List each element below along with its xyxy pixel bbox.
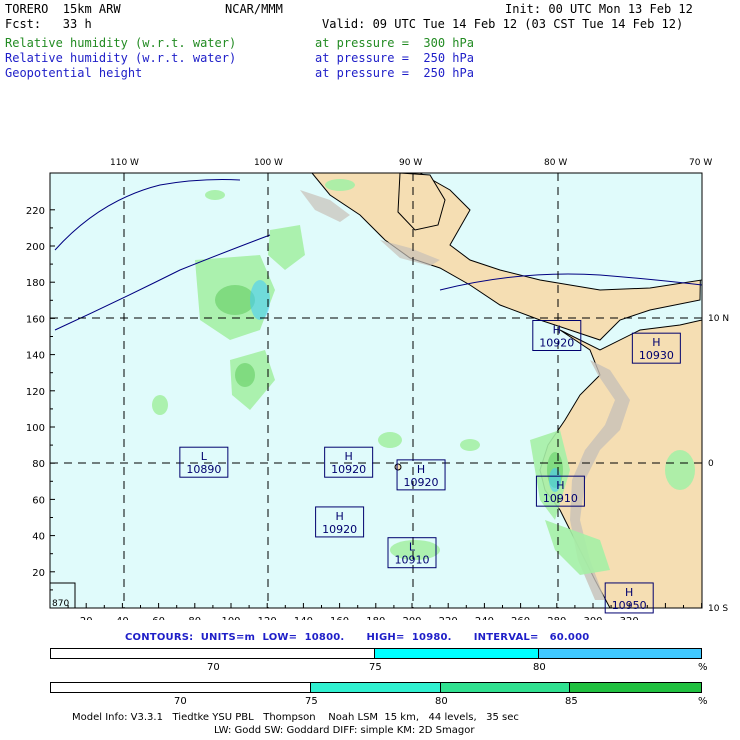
field-3-level: at pressure = 250 hPa: [315, 66, 474, 80]
y-grid-label: 80: [32, 459, 45, 470]
lon-label-70w: 70 W: [689, 158, 712, 168]
y-grid-label: 220: [26, 206, 45, 217]
x-grid-label: 300: [583, 616, 602, 620]
model-info-line-1: Model Info: V3.3.1 Tiedtke YSU PBL Thomp…: [72, 712, 519, 723]
x-grid-label: 140: [294, 616, 313, 620]
legend-green-seg-3: [440, 683, 571, 692]
x-grid-label: 180: [366, 616, 385, 620]
legend-green-tick-pct: %: [698, 696, 708, 707]
legend-blue-tick-pct: %: [698, 662, 708, 673]
lon-label-110w: 110 W: [110, 158, 139, 168]
contour-info: CONTOURS: UNITS=m LOW= 10800. HIGH= 1098…: [125, 632, 590, 643]
lat-label-0: 0: [708, 459, 714, 469]
legend-green-seg-2: [311, 683, 441, 692]
legend-green-tick-70: 70: [174, 696, 187, 707]
pressure-center-value: 10920: [331, 463, 366, 476]
y-grid-label: 200: [26, 242, 45, 253]
pressure-center-type: H: [652, 336, 660, 349]
valid-time: Valid: 09 UTC Tue 14 Feb 12 (03 CST Tue …: [322, 17, 684, 31]
y-grid-label: 120: [26, 387, 45, 398]
legend-green-tick-85: 85: [565, 696, 578, 707]
legend-blue-seg-1: [51, 649, 375, 658]
legend-blue-tick-80: 80: [533, 662, 546, 673]
pressure-center-value: 10950: [612, 599, 647, 612]
init-time: Init: 00 UTC Mon 13 Feb 12: [505, 2, 693, 16]
x-grid-label: 280: [547, 616, 566, 620]
forecast-hour: Fcst: 33 h: [5, 17, 92, 31]
pressure-center-value: 10920: [539, 337, 574, 350]
pressure-center-value: 10920: [404, 476, 439, 489]
x-grid-label: 220: [439, 616, 458, 620]
x-grid-label: 40: [116, 616, 129, 620]
x-grid-label: 240: [475, 616, 494, 620]
lon-label-90w: 90 W: [399, 158, 422, 168]
model-info-line-2: LW: Godd SW: Goddard DIFF: simple KM: 2D…: [214, 725, 475, 736]
legend-green-tick-75: 75: [305, 696, 318, 707]
lat-label-10s: 10 S: [708, 604, 728, 614]
pressure-center-type: H: [625, 586, 633, 599]
field-1-name: Relative humidity (w.r.t. water): [5, 36, 237, 50]
y-grid-label: 140: [26, 351, 45, 362]
legend-blue-seg-2: [375, 649, 539, 658]
field-2-name: Relative humidity (w.r.t. water): [5, 51, 237, 65]
pressure-center-type: H: [553, 324, 561, 337]
x-grid-label: 260: [511, 616, 530, 620]
x-grid-label: 80: [188, 616, 201, 620]
weather-map: 870 110 W 100 W 90 W 80 W 70 W 10 N 0 10…: [26, 158, 729, 620]
y-grid-label: 160: [26, 314, 45, 325]
field-2-level: at pressure = 250 hPa: [315, 51, 474, 65]
legend-blue-tick-70: 70: [207, 662, 220, 673]
x-grid-label: 120: [258, 616, 277, 620]
legend-blue-seg-3: [538, 649, 701, 658]
legend-green-tick-80: 80: [435, 696, 448, 707]
galapagos-islands: [394, 463, 402, 471]
pressure-center-value: 10930: [639, 349, 674, 362]
pressure-center-value: 10910: [543, 492, 578, 505]
y-grid-label: 40: [32, 532, 45, 543]
pressure-center-type: H: [335, 510, 343, 523]
y-grid-label: 20: [32, 568, 45, 579]
y-grid-label: 180: [26, 278, 45, 289]
legend-bar-blue: [50, 648, 702, 659]
pressure-center-type: H: [556, 479, 564, 492]
x-grid-label: 200: [402, 616, 421, 620]
y-grid-label: 60: [32, 495, 45, 506]
pressure-center-type: L: [409, 541, 416, 554]
y-grid-label: 100: [26, 423, 45, 434]
x-grid-label: 100: [221, 616, 240, 620]
pressure-center-value: 10890: [186, 463, 221, 476]
lon-label-80w: 80 W: [544, 158, 567, 168]
legend-green-seg-1: [51, 683, 312, 692]
field-3-name: Geopotential height: [5, 66, 143, 80]
field-1-level: at pressure = 300 hPa: [315, 36, 474, 50]
pressure-center-value: 10920: [322, 523, 357, 536]
pressure-center-type: L: [201, 450, 208, 463]
pressure-center-type: H: [345, 450, 353, 463]
center-name: NCAR/MMM: [225, 2, 283, 16]
legend-green-seg-4: [570, 683, 702, 692]
x-grid-label: 20: [80, 616, 93, 620]
model-name: TORERO 15km ARW: [5, 2, 121, 16]
legend-bar-green: [50, 682, 702, 693]
corner-label: 870: [52, 599, 69, 609]
x-grid-label: 160: [330, 616, 349, 620]
pressure-center-type: H: [417, 463, 425, 476]
legend-blue-tick-75: 75: [369, 662, 382, 673]
x-grid-label: 60: [152, 616, 165, 620]
lon-label-100w: 100 W: [254, 158, 283, 168]
pressure-center-value: 10910: [395, 554, 430, 567]
x-grid-label: 320: [620, 616, 639, 620]
lat-label-10n: 10 N: [708, 314, 729, 324]
